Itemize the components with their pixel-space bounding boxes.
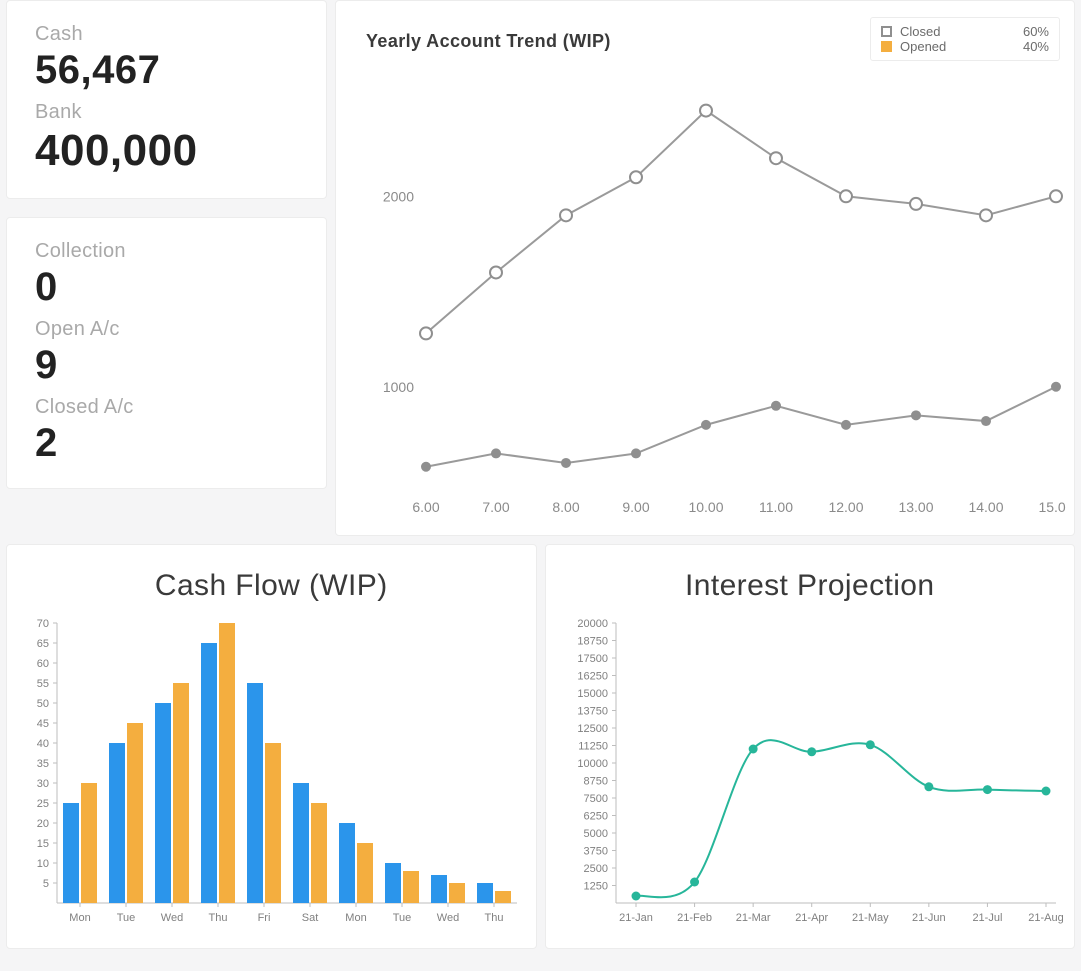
svg-text:12.00: 12.00: [828, 499, 863, 515]
svg-text:21-Jun: 21-Jun: [912, 912, 946, 924]
legend-swatch-closed: [881, 26, 892, 37]
svg-text:6.00: 6.00: [412, 499, 439, 515]
svg-text:60: 60: [37, 658, 49, 670]
closed-ac-value: 2: [35, 421, 298, 466]
svg-text:20000: 20000: [577, 618, 608, 630]
interest-chart: 1250 2500 3750 5000 6250 7500 8750 10000 11250 12…: [546, 603, 1066, 943]
svg-text:15: 15: [37, 838, 49, 850]
bank-value: 400,000: [35, 126, 298, 176]
interest-card: Interest Projection 1250 2500 3750 5000 6250…: [545, 544, 1076, 949]
collection-label: Collection: [35, 240, 298, 263]
collection-value: 0: [35, 265, 298, 310]
svg-text:8750: 8750: [583, 776, 607, 788]
svg-text:16250: 16250: [577, 671, 608, 683]
svg-text:Tue: Tue: [393, 912, 412, 924]
open-ac-value: 9: [35, 343, 298, 388]
legend-opened-label: Opened: [900, 39, 1015, 54]
svg-text:13750: 13750: [577, 706, 608, 718]
svg-text:20: 20: [37, 818, 49, 830]
svg-text:5000: 5000: [583, 828, 607, 840]
svg-text:13.00: 13.00: [898, 499, 933, 515]
bank-label: Bank: [35, 101, 298, 124]
legend-closed-label: Closed: [900, 24, 1015, 39]
svg-text:2000: 2000: [383, 188, 414, 204]
svg-text:5: 5: [43, 878, 49, 890]
svg-text:10: 10: [37, 858, 49, 870]
svg-text:30: 30: [37, 778, 49, 790]
legend-swatch-opened: [881, 41, 892, 52]
legend-closed-pct: 60%: [1023, 24, 1049, 39]
svg-text:21-Jul: 21-Jul: [972, 912, 1002, 924]
cash-flow-chart: 5 10 15 20 25 30 35 40 45 50 55 60 65 70 Mon Tue Wed Thu F…: [7, 603, 527, 943]
cash-value: 56,467: [35, 48, 298, 93]
svg-text:21-May: 21-May: [851, 912, 888, 924]
svg-text:1250: 1250: [583, 881, 607, 893]
svg-text:21-Apr: 21-Apr: [795, 912, 828, 924]
svg-text:11250: 11250: [578, 741, 608, 753]
yearly-trend-legend: Closed 60% Opened 40%: [870, 17, 1060, 61]
svg-text:65: 65: [37, 638, 49, 650]
svg-text:18750: 18750: [577, 636, 608, 648]
cash-bank-card: Cash 56,467 Bank 400,000: [6, 0, 327, 199]
svg-text:2500: 2500: [583, 863, 607, 875]
svg-text:70: 70: [37, 618, 49, 630]
svg-text:14.00: 14.00: [968, 499, 1003, 515]
svg-text:21-Feb: 21-Feb: [677, 912, 712, 924]
svg-text:3750: 3750: [583, 846, 607, 858]
svg-text:15.00: 15.00: [1038, 499, 1066, 515]
closed-ac-label: Closed A/c: [35, 396, 298, 419]
svg-text:Fri: Fri: [258, 912, 271, 924]
svg-text:Mon: Mon: [345, 912, 366, 924]
svg-text:7.00: 7.00: [482, 499, 509, 515]
interest-title: Interest Projection: [546, 545, 1075, 603]
legend-opened-pct: 40%: [1023, 39, 1049, 54]
svg-text:21-Mar: 21-Mar: [735, 912, 770, 924]
svg-text:50: 50: [37, 698, 49, 710]
cash-flow-card: Cash Flow (WIP) 5 10 15 20 25 30 35 40 45 50 55 60 6…: [6, 544, 537, 949]
accounts-card: Collection 0 Open A/c 9 Closed A/c 2: [6, 217, 327, 489]
svg-text:55: 55: [37, 678, 49, 690]
yearly-trend-chart: 1000 2000 6.00 7.00 8.00 9.00 10.00 11.00 12.00 1…: [366, 52, 1066, 522]
svg-text:17500: 17500: [577, 653, 608, 665]
svg-text:Wed: Wed: [161, 912, 183, 924]
cash-flow-title: Cash Flow (WIP): [7, 545, 536, 603]
svg-text:35: 35: [37, 758, 49, 770]
svg-text:15000: 15000: [577, 688, 608, 700]
svg-text:8.00: 8.00: [552, 499, 579, 515]
svg-text:25: 25: [37, 798, 49, 810]
open-ac-label: Open A/c: [35, 318, 298, 341]
svg-text:7500: 7500: [583, 793, 607, 805]
svg-text:Mon: Mon: [69, 912, 90, 924]
svg-text:11.00: 11.00: [759, 499, 793, 515]
svg-text:6250: 6250: [583, 811, 607, 823]
svg-text:40: 40: [37, 738, 49, 750]
yearly-trend-card: Yearly Account Trend (WIP) Closed 60% Op…: [335, 0, 1075, 536]
svg-text:9.00: 9.00: [622, 499, 649, 515]
svg-text:Thu: Thu: [485, 912, 504, 924]
svg-text:21-Aug: 21-Aug: [1028, 912, 1063, 924]
cash-label: Cash: [35, 23, 298, 46]
svg-text:21-Jan: 21-Jan: [619, 912, 653, 924]
svg-text:Tue: Tue: [117, 912, 136, 924]
svg-text:45: 45: [37, 718, 49, 730]
svg-text:Thu: Thu: [209, 912, 228, 924]
svg-text:1000: 1000: [383, 379, 414, 395]
svg-text:Sat: Sat: [302, 912, 319, 924]
svg-text:12500: 12500: [577, 723, 608, 735]
svg-text:10.00: 10.00: [688, 499, 723, 515]
svg-text:10000: 10000: [577, 758, 608, 770]
svg-text:Wed: Wed: [437, 912, 459, 924]
